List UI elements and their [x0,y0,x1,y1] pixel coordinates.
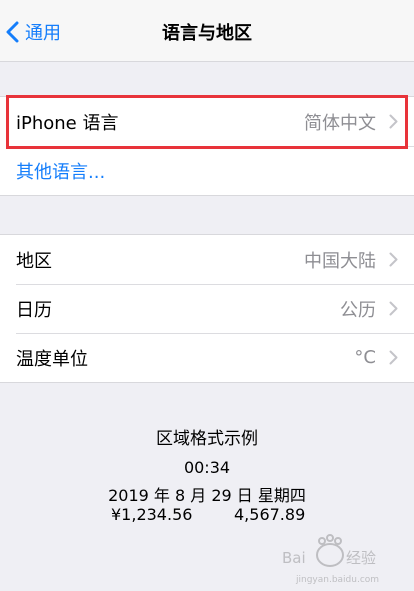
region-label: 地区 [16,250,52,272]
iphone-language-value: 简体中文 [304,112,376,134]
calendar-row[interactable]: 日历 公历 [0,284,414,333]
other-languages-button[interactable]: 其他语言... [0,146,414,195]
region-row[interactable]: 地区 中国大陆 [0,235,414,284]
chevron-right-icon [389,350,398,365]
format-example-date: 2019 年 8 月 29 日 星期四 [108,486,306,505]
chevron-right-icon [389,114,398,129]
chevron-right-icon [389,252,398,267]
svg-text:Bai: Bai [282,549,306,567]
region-value: 中国大陆 [304,250,376,272]
temperature-unit-label: 温度单位 [16,348,88,370]
format-example-number: 4,567.89 [234,505,306,524]
iphone-language-row[interactable]: iPhone 语言 简体中文 [0,97,414,146]
chevron-right-icon [389,301,398,316]
format-example-currency: ¥1,234.56 [111,505,193,524]
temperature-unit-row[interactable]: 温度单位 °C [0,333,414,382]
iphone-language-label: iPhone 语言 [16,112,119,134]
language-settings-group: iPhone 语言 简体中文 其他语言... [0,96,414,196]
svg-text:jingyan.baidu.com: jingyan.baidu.com [295,575,379,585]
other-languages-label: 其他语言... [16,161,106,183]
page-title: 语言与地区 [162,23,252,44]
temperature-unit-value: °C [354,347,376,368]
svg-text:经验: 经验 [346,549,376,567]
calendar-label: 日历 [16,299,52,321]
calendar-value: 公历 [340,299,376,321]
navigation-bar: 通用 语言与地区 [0,0,414,62]
baidu-jingyan-watermark: Bai 经验 jingyan.baidu.com [282,534,379,585]
region-settings-group: 地区 中国大陆 日历 公历 温度单位 °C [0,234,414,383]
region-format-heading: 区域格式示例 [156,429,258,449]
format-example-time: 00:34 [183,458,231,477]
